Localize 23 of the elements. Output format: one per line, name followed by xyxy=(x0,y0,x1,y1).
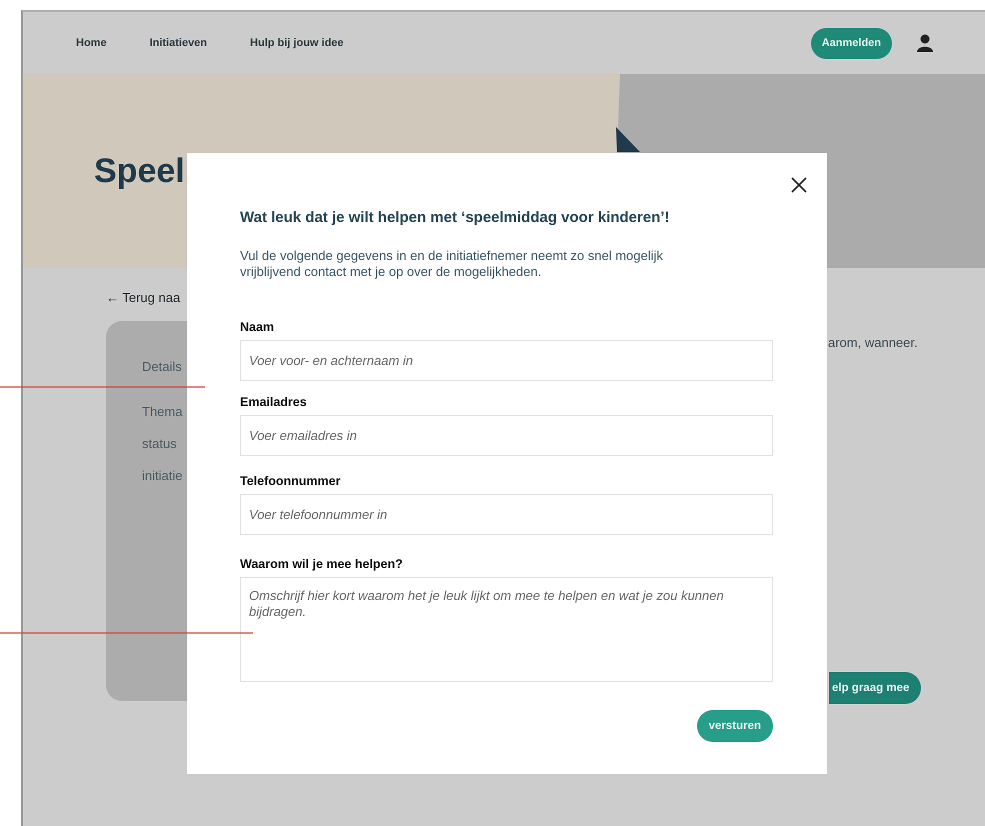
nav-link[interactable]: Initiatieven xyxy=(150,37,208,49)
input-field[interactable]: Voer emailadres in xyxy=(240,415,773,456)
close-icon[interactable] xyxy=(791,177,807,193)
detail-label: initiatie xyxy=(142,467,182,485)
user-icon[interactable] xyxy=(917,34,933,52)
description-text: arom, wanneer. xyxy=(828,335,919,350)
nav-link[interactable]: Home xyxy=(76,37,107,49)
detail-label: status xyxy=(142,435,177,453)
field-label: Waarom wil je mee helpen? xyxy=(240,557,404,571)
card-heading: Details xyxy=(142,358,182,376)
help-button[interactable]: elp graag mee xyxy=(829,672,922,704)
input-field[interactable]: Voer telefoonnummer in xyxy=(240,494,773,535)
field-label: Emailadres xyxy=(240,395,308,409)
modal-intro: Vul de volgende gegevens in en de initiatiefnemer neemt zo snel mogelijk vrijblijvend contact met je op over de mogelijkheden. xyxy=(240,248,664,280)
modal-title: Wat leuk dat je wilt helpen met ‘speelmiddag voor kinderen’! xyxy=(240,209,671,226)
login-button[interactable]: Aanmelden xyxy=(810,28,892,58)
page-title: Speel xyxy=(94,152,185,190)
field-label: Naam xyxy=(240,320,276,334)
field-label: Telefoonnummer xyxy=(240,474,342,488)
input-field[interactable]: Voer voor- en achternaam in xyxy=(240,340,773,381)
text-area[interactable]: Omschrijf hier kort waarom het je leuk lijkt om mee te helpen en wat je zou kunnen bijdragen. xyxy=(240,577,773,682)
nav-link[interactable]: Hulp bij jouw idee xyxy=(250,37,344,49)
detail-label: Thema xyxy=(142,403,182,421)
